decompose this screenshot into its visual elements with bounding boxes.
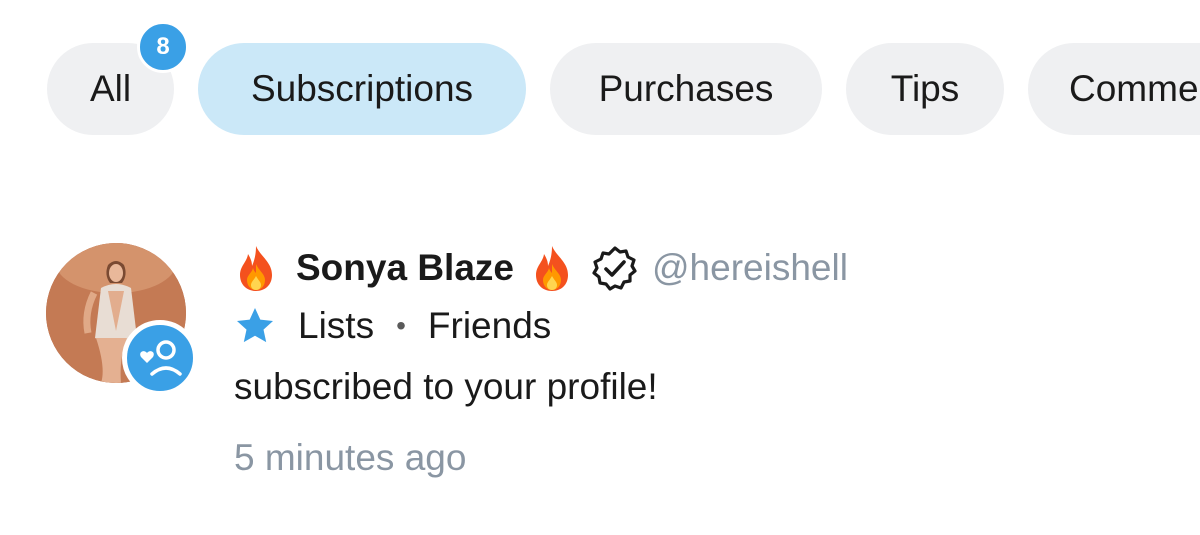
lists-link[interactable]: Lists [298, 305, 374, 347]
user-handle[interactable]: @hereishell [652, 247, 848, 289]
notification-message: subscribed to your profile! [234, 366, 658, 407]
subscriber-icon [122, 320, 198, 396]
tab-tips-label: Tips [890, 68, 960, 109]
tab-tips[interactable]: Tips [846, 43, 1004, 135]
tab-comments-label: Comme [1069, 68, 1199, 109]
tab-all-label: All [89, 68, 132, 109]
list-info: Lists • Friends [234, 302, 551, 350]
tab-purchases[interactable]: Purchases [550, 43, 822, 135]
fire-emoji [530, 244, 574, 292]
unread-count-badge: 8 [137, 21, 189, 73]
tab-subscriptions[interactable]: Subscriptions [198, 43, 526, 135]
notification-filter-tabs: All 8 Subscriptions Purchases Tips Comme [47, 21, 1200, 135]
user-display-name[interactable]: Sonya Blaze [296, 247, 514, 289]
tab-all[interactable]: All 8 [47, 21, 189, 135]
notifications-screen: All 8 Subscriptions Purchases Tips Comme [0, 0, 1200, 535]
separator-dot: • [396, 310, 406, 341]
verified-badge-icon [592, 245, 638, 291]
notification-item[interactable]: Sonya Blaze @hereishell Lists • Friends … [46, 240, 1166, 500]
list-name-link[interactable]: Friends [428, 305, 551, 347]
fire-emoji [234, 244, 278, 292]
notification-timestamp: 5 minutes ago [234, 437, 467, 478]
tab-purchases-label: Purchases [598, 68, 774, 109]
star-icon [234, 305, 276, 347]
tab-comments[interactable]: Comme [1028, 43, 1200, 135]
notification-header: Sonya Blaze @hereishell [234, 242, 848, 294]
tab-subscriptions-label: Subscriptions [250, 68, 474, 109]
